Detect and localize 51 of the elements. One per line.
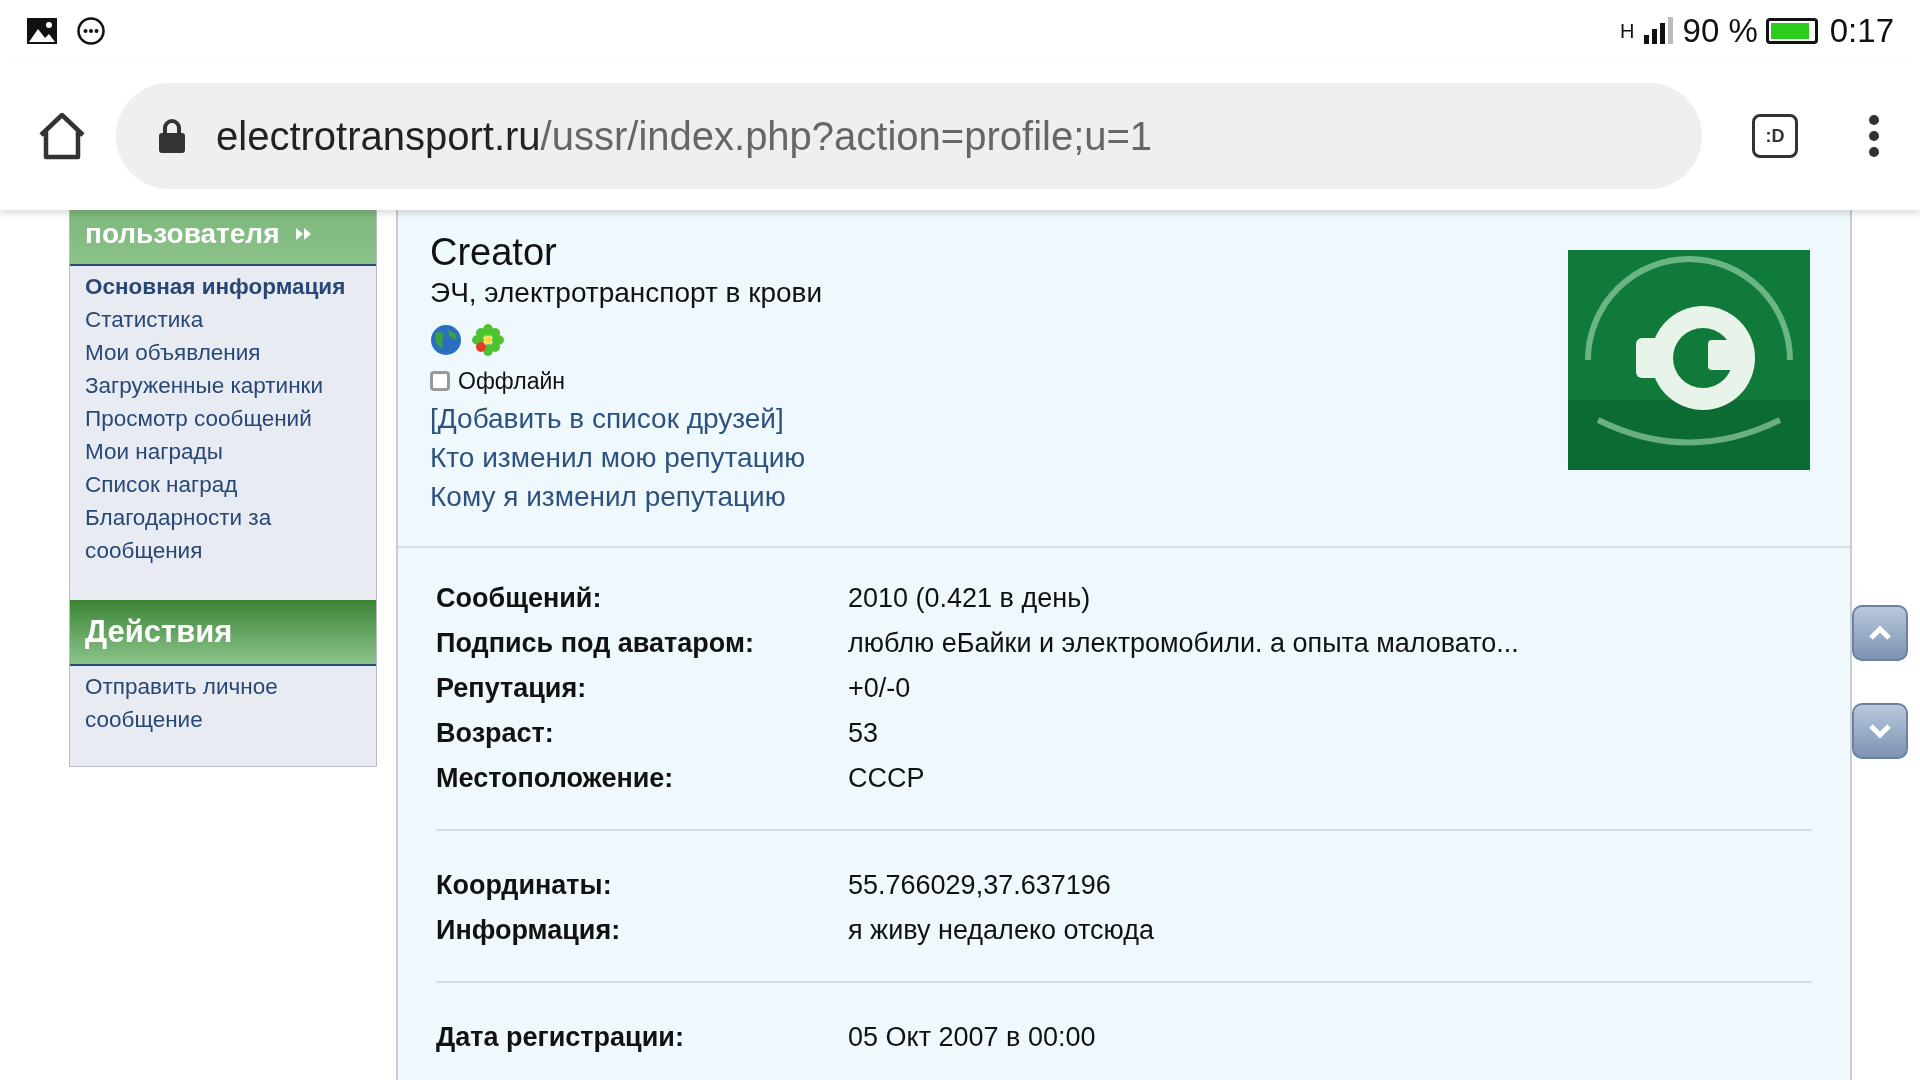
field-value: 55.766029,37.637196	[848, 868, 1111, 902]
field-value: люблю еБайки и электромобили. а опыта маловато...	[848, 626, 1519, 660]
field-value: СССР	[848, 761, 925, 795]
field-label: Репутация:	[436, 671, 588, 705]
sidebar-link[interactable]: Мои награды	[85, 435, 361, 468]
sidebar-header: Действия	[70, 600, 376, 666]
field-value: 53	[848, 716, 879, 750]
signal-icon	[1642, 17, 1675, 45]
chat-icon	[76, 16, 106, 46]
tab-switcher-button[interactable]: :D	[1752, 114, 1798, 158]
scroll-up-button[interactable]	[1852, 605, 1908, 661]
sidebar-link[interactable]: Просмотр сообщений	[85, 402, 361, 435]
sidebar-link[interactable]: Основная информация	[85, 270, 361, 303]
flower-icon[interactable]	[472, 324, 504, 356]
sidebar-link[interactable]: Загруженные картинки	[85, 369, 361, 402]
battery-percent: 90 %	[1682, 11, 1758, 52]
field-label: Возраст:	[436, 716, 555, 750]
field-label: Местоположение:	[436, 761, 675, 795]
url-text: electrotransport.ru/ussr/index.php?action=profile;u=1	[216, 113, 1153, 160]
field-label: Координаты:	[436, 868, 613, 902]
sidebar-link[interactable]: Мои объявления	[85, 336, 361, 369]
username: Creator	[430, 230, 558, 275]
sidebar-link[interactable]: Статистика	[85, 303, 361, 336]
field-value: +0/-0	[848, 671, 911, 705]
sidebar-link[interactable]: Отправить личное сообщение	[85, 670, 361, 736]
field-value: 2010 (0.421 в день)	[848, 581, 1091, 615]
field-label: Информация:	[436, 913, 622, 947]
lock-icon	[158, 118, 186, 154]
sidebar-link[interactable]: Список наград	[85, 468, 361, 501]
user-title: ЭЧ, электротранспорт в крови	[430, 276, 823, 310]
field-value: я живу недалеко отсюда	[848, 913, 1154, 947]
field-label: Сообщений:	[436, 581, 603, 615]
scroll-down-button[interactable]	[1852, 703, 1908, 759]
field-value: 05 Окт 2007 в 00:00	[848, 1020, 1096, 1054]
status-text: Оффлайн	[458, 367, 565, 396]
network-type-label: H	[1620, 19, 1635, 44]
battery-icon	[1765, 18, 1818, 44]
profile-link[interactable]: Кто изменил мою репутацию	[430, 437, 823, 477]
profile-link[interactable]: [Добавить в список друзей]	[430, 398, 823, 438]
chevron-down-icon	[1868, 723, 1892, 739]
menu-icon[interactable]	[1868, 114, 1880, 158]
globe-icon[interactable]	[430, 324, 462, 356]
image-icon	[26, 17, 58, 45]
sidebar-header: пользователя	[70, 210, 376, 266]
sidebar-link[interactable]: Благодарности за сообщения	[85, 501, 361, 567]
address-bar[interactable]: electrotransport.ru/ussr/index.php?action=profile;u=1	[116, 83, 1702, 189]
field-label: Дата регистрации:	[436, 1020, 685, 1054]
profile-link[interactable]: Кому я изменил репутацию	[430, 476, 823, 516]
chevron-up-icon	[1868, 625, 1892, 641]
field-label: Подпись под аватаром:	[436, 626, 755, 660]
clock-time: 0:17	[1829, 11, 1894, 52]
